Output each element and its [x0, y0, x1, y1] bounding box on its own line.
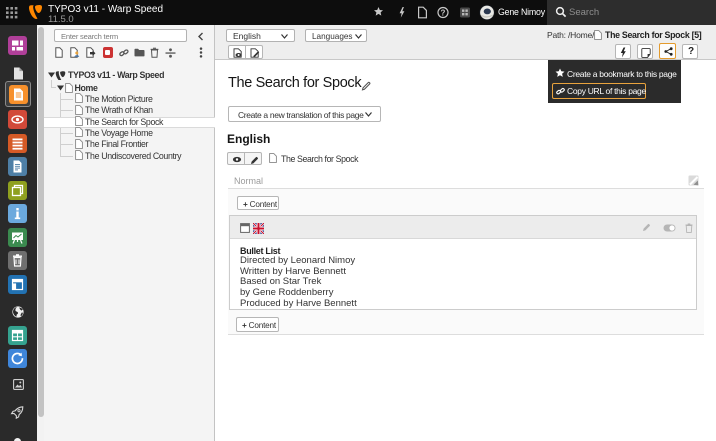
svg-text:?: ? [441, 9, 446, 18]
